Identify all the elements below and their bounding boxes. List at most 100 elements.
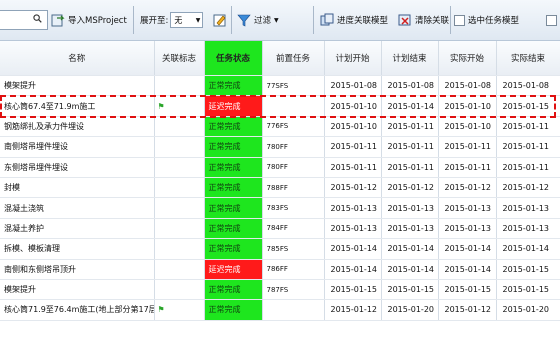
task-status-cell[interactable]: 正常完成 <box>204 299 263 321</box>
task-name-cell[interactable]: 钢筋绑扎及承力件埋设 <box>0 116 155 138</box>
plan-end-cell[interactable]: 2015-01-08 <box>381 75 439 97</box>
table-row[interactable]: 南侧塔吊埋件埋设 正常完成 780FF 2015-01-11 2015-01-11 201… <box>0 136 560 158</box>
search-icon[interactable] <box>33 14 42 23</box>
table-row[interactable]: 东侧塔吊埋件埋设 正常完成 780FF 2015-01-11 2015-01-11 201… <box>0 157 560 178</box>
table-row[interactable]: 南侧和东侧塔吊顶升 延迟完成 786FF 2015-01-14 2015-01-14 20… <box>0 259 560 280</box>
actual-start-cell[interactable]: 2015-01-13 <box>438 218 497 240</box>
column-header-predecessor[interactable]: 前置任务 <box>262 41 325 76</box>
plan-start-cell[interactable]: 2015-01-15 <box>324 279 382 301</box>
table-row[interactable]: 核心筒71.9至76.4m施工(地上部分第17层) ⚑ 正常完成 2015-01-12… <box>0 299 560 321</box>
actual-end-cell[interactable]: 2015-01-13 <box>496 218 560 240</box>
task-status-cell[interactable]: 延迟完成 <box>204 95 263 117</box>
actual-start-cell[interactable]: 2015-01-14 <box>438 259 497 280</box>
task-name-cell[interactable]: 封模 <box>0 177 155 199</box>
actual-end-cell[interactable]: 2015-01-20 <box>496 299 560 321</box>
task-name-cell[interactable]: 南侧和东侧塔吊顶升 <box>0 259 155 280</box>
actual-end-cell[interactable]: 2015-01-15 <box>496 279 560 301</box>
table-row[interactable]: 混凝土浇筑 正常完成 783FS 2015-01-13 2015-01-13 2015-0… <box>0 197 560 219</box>
link-flag-cell[interactable] <box>154 279 205 301</box>
plan-start-cell[interactable]: 2015-01-14 <box>324 259 382 280</box>
actual-end-cell[interactable]: 2015-01-14 <box>496 238 560 260</box>
link-flag-cell[interactable]: ⚑ <box>154 95 205 117</box>
edit-button[interactable] <box>213 10 230 30</box>
task-status-cell[interactable]: 正常完成 <box>204 238 263 260</box>
task-status-cell[interactable]: 正常完成 <box>204 177 263 199</box>
actual-start-cell[interactable]: 2015-01-11 <box>438 136 497 158</box>
link-flag-cell[interactable] <box>154 259 205 280</box>
predecessor-cell[interactable]: 785FS <box>262 238 325 260</box>
predecessor-cell[interactable]: 783FS <box>262 197 325 219</box>
table-row[interactable]: 混凝土养护 正常完成 784FF 2015-01-13 2015-01-13 2015-0… <box>0 218 560 240</box>
actual-start-cell[interactable]: 2015-01-15 <box>438 279 497 301</box>
table-row[interactable]: 拆模、模板清理 正常完成 785FS 2015-01-14 2015-01-14 2015… <box>0 238 560 260</box>
select-task-model-toggle[interactable]: 选中任务模型 <box>454 10 519 30</box>
task-status-cell[interactable]: 正常完成 <box>204 157 263 178</box>
plan-end-cell[interactable]: 2015-01-13 <box>381 197 439 219</box>
task-name-cell[interactable]: 混凝土养护 <box>0 218 155 240</box>
actual-start-cell[interactable]: 2015-01-14 <box>438 238 497 260</box>
task-name-cell[interactable]: 南侧塔吊埋件埋设 <box>0 136 155 158</box>
extra-checkbox[interactable] <box>546 14 557 26</box>
task-status-cell[interactable]: 正常完成 <box>204 197 263 219</box>
expand-level-select[interactable]: 无 ▼ <box>170 12 204 28</box>
predecessor-cell[interactable]: 784FF <box>262 218 325 240</box>
plan-start-cell[interactable]: 2015-01-12 <box>324 299 382 321</box>
task-status-cell[interactable]: 正常完成 <box>204 279 263 301</box>
link-flag-cell[interactable] <box>154 75 205 97</box>
column-header-actual-start[interactable]: 实际开始 <box>438 41 497 76</box>
predecessor-cell[interactable]: 780FF <box>262 157 325 178</box>
column-header-status[interactable]: 任务状态 <box>204 41 263 76</box>
table-row[interactable]: 模架提升 正常完成 787FS 2015-01-15 2015-01-15 2015-01… <box>0 279 560 301</box>
plan-start-cell[interactable]: 2015-01-13 <box>324 218 382 240</box>
column-header-link-flag[interactable]: 关联标志 <box>154 41 205 76</box>
table-row[interactable]: 核心筒67.4至71.9m施工 ⚑ 延迟完成 2015-01-10 2015-01-14… <box>0 95 560 117</box>
task-status-cell[interactable]: 正常完成 <box>204 218 263 240</box>
predecessor-cell[interactable]: 788FF <box>262 177 325 199</box>
actual-start-cell[interactable]: 2015-01-12 <box>438 299 497 321</box>
clear-link-button[interactable]: 清除关联 <box>398 10 449 30</box>
select-task-model-checkbox[interactable] <box>454 14 465 26</box>
plan-end-cell[interactable]: 2015-01-14 <box>381 95 439 117</box>
plan-start-cell[interactable]: 2015-01-11 <box>324 157 382 178</box>
extra-toggle[interactable] <box>546 10 560 30</box>
table-row[interactable]: 钢筋绑扎及承力件埋设 正常完成 776FS 2015-01-10 2015-01-11 2… <box>0 116 560 138</box>
table-row[interactable]: 封模 正常完成 788FF 2015-01-12 2015-01-12 2015-01-1… <box>0 177 560 199</box>
task-name-cell[interactable]: 模架提升 <box>0 75 155 97</box>
task-name-cell[interactable]: 模架提升 <box>0 279 155 301</box>
link-flag-cell[interactable] <box>154 177 205 199</box>
task-name-cell[interactable]: 东侧塔吊埋件埋设 <box>0 157 155 178</box>
actual-start-cell[interactable]: 2015-01-10 <box>438 95 497 117</box>
link-flag-cell[interactable] <box>154 238 205 260</box>
task-status-cell[interactable]: 正常完成 <box>204 75 263 97</box>
search-box[interactable] <box>0 10 48 30</box>
link-flag-cell[interactable] <box>154 136 205 158</box>
search-input[interactable] <box>0 13 25 27</box>
predecessor-cell[interactable]: 786FF <box>262 259 325 280</box>
actual-end-cell[interactable]: 2015-01-13 <box>496 197 560 219</box>
actual-end-cell[interactable]: 2015-01-15 <box>496 259 560 280</box>
link-flag-cell[interactable] <box>154 116 205 138</box>
column-header-plan-end[interactable]: 计划结束 <box>381 41 439 76</box>
plan-end-cell[interactable]: 2015-01-14 <box>381 259 439 280</box>
plan-start-cell[interactable]: 2015-01-11 <box>324 136 382 158</box>
task-status-cell[interactable]: 正常完成 <box>204 116 263 138</box>
plan-end-cell[interactable]: 2015-01-13 <box>381 218 439 240</box>
plan-end-cell[interactable]: 2015-01-15 <box>381 279 439 301</box>
actual-end-cell[interactable]: 2015-01-11 <box>496 116 560 138</box>
link-flag-cell[interactable]: ⚑ <box>154 299 205 321</box>
plan-start-cell[interactable]: 2015-01-14 <box>324 238 382 260</box>
link-flag-cell[interactable] <box>154 157 205 178</box>
progress-link-model-button[interactable]: 进度关联模型 <box>320 10 388 30</box>
plan-end-cell[interactable]: 2015-01-11 <box>381 136 439 158</box>
actual-end-cell[interactable]: 2015-01-08 <box>496 75 560 97</box>
filter-button[interactable]: 过滤 ▼ <box>237 10 279 30</box>
actual-start-cell[interactable]: 2015-01-12 <box>438 177 497 199</box>
actual-end-cell[interactable]: 2015-01-11 <box>496 157 560 178</box>
plan-end-cell[interactable]: 2015-01-14 <box>381 238 439 260</box>
import-msproject-button[interactable]: 导入MSProject <box>51 10 127 30</box>
actual-end-cell[interactable]: 2015-01-11 <box>496 136 560 158</box>
predecessor-cell[interactable] <box>262 95 325 117</box>
predecessor-cell[interactable] <box>262 299 325 321</box>
column-header-actual-end[interactable]: 实际结束 <box>496 41 560 76</box>
column-header-plan-start[interactable]: 计划开始 <box>324 41 382 76</box>
